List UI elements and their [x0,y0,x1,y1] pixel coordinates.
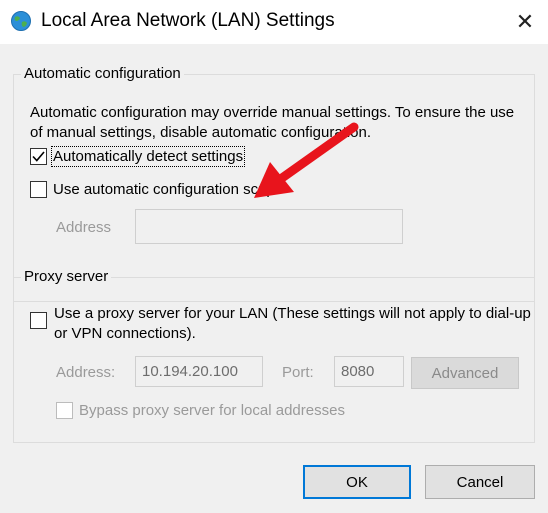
title-bar: Local Area Network (LAN) Settings ✕ [0,0,548,44]
network-globe-icon [11,11,31,31]
auto-detect-checkbox[interactable] [30,148,47,165]
proxy-address-label: Address: [56,364,116,381]
script-address-input[interactable] [135,209,403,244]
proxy-port-input[interactable]: 8080 [334,356,404,387]
bypass-row[interactable]: Bypass proxy server for local addresses [56,402,345,419]
auto-detect-row[interactable]: Automatically detect settings [30,146,246,167]
proxy-address-input[interactable]: 10.194.20.100 [135,356,263,387]
use-proxy-checkbox[interactable] [30,312,47,329]
close-button[interactable]: ✕ [502,0,548,44]
auto-script-label[interactable]: Use automatic configuration script [53,181,279,198]
dialog-body: Automatic configuration Automatic config… [0,44,548,513]
bypass-label[interactable]: Bypass proxy server for local addresses [79,402,345,419]
bypass-checkbox[interactable] [56,402,73,419]
cancel-button[interactable]: Cancel [425,465,535,499]
automatic-configuration-legend: Automatic configuration [21,65,184,82]
auto-detect-label[interactable]: Automatically detect settings [50,146,246,167]
window-title: Local Area Network (LAN) Settings [41,10,335,31]
auto-script-row[interactable]: Use automatic configuration script [30,181,279,198]
proxy-port-label: Port: [282,364,314,381]
script-address-label: Address [56,219,112,236]
advanced-button[interactable]: Advanced [411,357,519,389]
red-arrow-icon [254,122,359,198]
ok-button[interactable]: OK [303,465,411,499]
proxy-server-legend: Proxy server [21,268,112,285]
use-proxy-label[interactable]: Use a proxy server for your LAN (These s… [54,304,532,344]
auto-script-checkbox[interactable] [30,181,47,198]
checkmark-icon [32,151,45,162]
proxy-server-group: Proxy server Use a proxy server for your… [13,268,535,443]
